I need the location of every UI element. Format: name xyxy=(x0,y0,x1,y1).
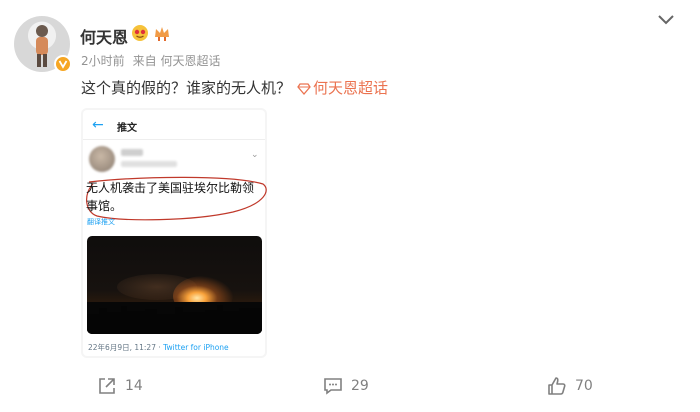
like-icon xyxy=(548,377,566,395)
share-icon xyxy=(99,378,115,394)
emoji-badge-icon[interactable] xyxy=(131,24,149,42)
tweet-author-name-blurred xyxy=(121,149,143,156)
comment-icon xyxy=(324,378,342,395)
back-arrow-icon: ← xyxy=(92,117,104,133)
post-meta: 2小时前 来自 何天恩超话 xyxy=(81,52,221,69)
tweet-card: ← 推文 ⌄ 无人机袭击了美国驻埃尔比勒领事馆。 翻译推文 22年6月9日, 1… xyxy=(83,110,267,356)
tweet-date: 22年6月9日, 11:27 · Twitter for iPhone xyxy=(88,342,229,353)
skyline xyxy=(87,302,262,334)
divider xyxy=(83,139,265,140)
like-button[interactable]: 70 xyxy=(547,376,593,396)
tweet-page-title: 推文 xyxy=(117,123,137,134)
action-bar: 14 29 70 xyxy=(0,376,700,400)
tweet-screenshot-image[interactable]: ← 推文 ⌄ 无人机袭击了美国驻埃尔比勒领事馆。 翻译推文 22年6月9日, 1… xyxy=(81,108,267,358)
tweet-date-text: 22年6月9日, 11:27 · xyxy=(88,343,161,352)
translate-tweet-link: 翻译推文 xyxy=(87,218,115,226)
topic-link[interactable]: 何天恩超话 xyxy=(313,79,388,97)
author-name[interactable]: 何天恩 xyxy=(80,24,128,48)
post-body: 这个真的假的？谁家的无人机？ xyxy=(81,79,292,97)
avatar-figure xyxy=(36,25,48,67)
source-prefix: 来自 xyxy=(132,54,157,68)
like-count: 70 xyxy=(575,378,593,394)
source-link[interactable]: 何天恩超话 xyxy=(160,54,220,68)
crown-badge-icon[interactable] xyxy=(153,24,171,42)
tweet-menu-chevron-icon: ⌄ xyxy=(251,150,259,160)
share-button[interactable]: 14 xyxy=(97,376,143,396)
share-count: 14 xyxy=(125,378,143,394)
tweet-text: 无人机袭击了美国驻埃尔比勒领事馆。 xyxy=(86,181,255,213)
comment-count: 29 xyxy=(351,378,369,394)
post-time: 2小时前 xyxy=(81,54,125,68)
tweet-source: Twitter for iPhone xyxy=(163,343,229,352)
verified-badge-icon xyxy=(54,55,72,73)
tweet-photo xyxy=(87,236,262,334)
comment-button[interactable]: 29 xyxy=(323,376,369,396)
post-text: 这个真的假的？谁家的无人机？ 何天恩超话 xyxy=(81,77,388,98)
chevron-down-icon[interactable] xyxy=(656,12,676,28)
tweet-author-handle-blurred xyxy=(121,161,177,167)
tweet-author-avatar xyxy=(89,146,115,172)
topic-diamond-icon xyxy=(297,83,311,95)
